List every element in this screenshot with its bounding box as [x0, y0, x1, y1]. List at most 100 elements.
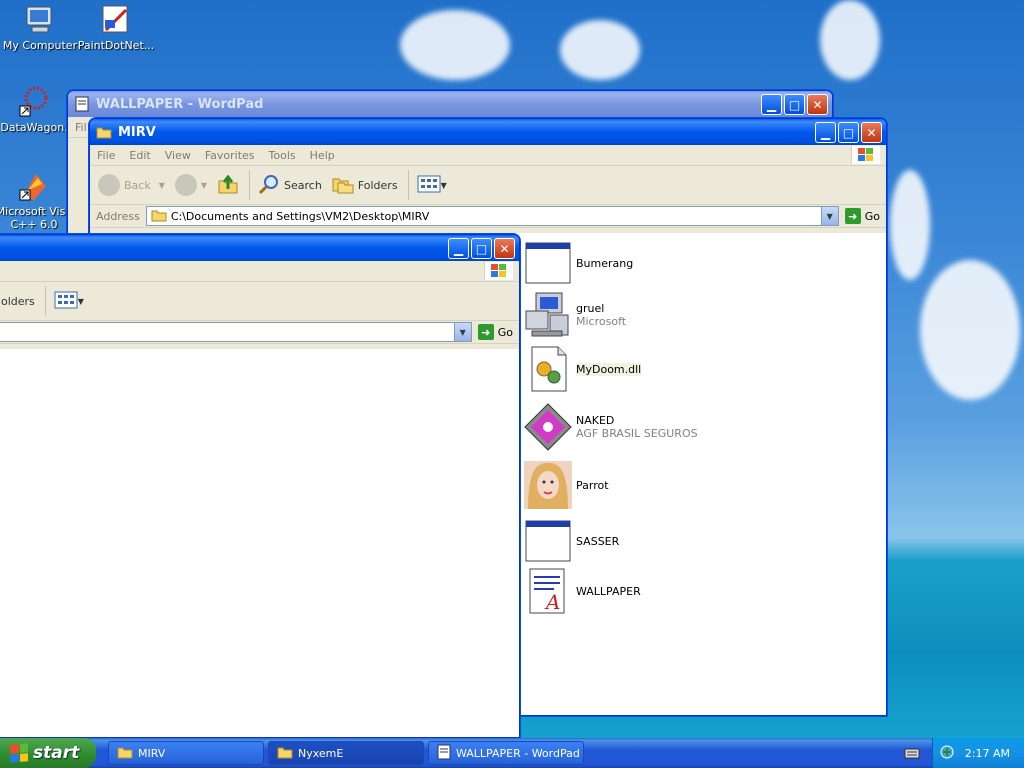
minimize-button[interactable]: ▁: [448, 238, 469, 259]
desktop-icon-label: Microsoft Visu C++ 6.0: [0, 205, 73, 231]
network-icon[interactable]: [939, 744, 955, 763]
address-dropdown-button[interactable]: ▼: [453, 323, 471, 341]
go-label: Go: [497, 325, 513, 339]
address-bar: Address C:\Documents and Settings\VM2\De…: [90, 205, 886, 228]
views-button[interactable]: ▼: [54, 291, 84, 312]
file-name: gruel: [576, 302, 605, 315]
close-button[interactable]: ✕: [861, 122, 882, 143]
keyboard-tray-icon[interactable]: [904, 746, 920, 763]
folders-icon: [332, 173, 354, 198]
chevron-down-icon: ▼: [459, 327, 466, 337]
file-name: MyDoom.dll: [576, 362, 642, 376]
file-item-naked[interactable]: NAKED AGF BRASIL SEGUROS: [524, 403, 698, 451]
search-button[interactable]: Search: [258, 173, 322, 198]
file-item-parrot[interactable]: Parrot: [524, 461, 609, 509]
minimize-icon: ▁: [453, 241, 464, 256]
folder-up-icon: [217, 173, 239, 198]
setup-program-icon: [524, 291, 572, 339]
clock[interactable]: 2:17 AM: [965, 747, 1010, 760]
go-label: Go: [864, 209, 880, 223]
start-label: start: [33, 743, 80, 763]
standard-toolbar: olders ▼: [0, 282, 519, 321]
taskbar-item-wordpad[interactable]: WALLPAPER - WordPad: [428, 741, 584, 765]
file-company: AGF BRASIL SEGUROS: [576, 427, 698, 440]
file-item-mydoom[interactable]: MyDoom.dll: [524, 345, 642, 393]
minimize-icon: ▁: [766, 97, 777, 112]
desktop-icon-label: My Computer: [2, 39, 78, 52]
taskbar: start MIRV NyxemE WALLPAPER - WordPad 2:…: [0, 738, 1024, 768]
forward-button[interactable]: ▼: [174, 174, 207, 196]
close-icon: ✕: [499, 241, 510, 256]
maximize-button[interactable]: □: [471, 238, 492, 259]
chevron-down-icon: ▼: [440, 180, 447, 190]
maximize-button[interactable]: □: [838, 122, 859, 143]
file-name: SASSER: [576, 534, 620, 548]
file-item-wallpaper[interactable]: A WALLPAPER: [524, 567, 641, 615]
file-name: NAKED: [576, 414, 615, 427]
menu-bar: File Edit View Favorites Tools Help: [90, 145, 886, 166]
paint-icon: [100, 4, 132, 36]
address-input[interactable]: C:\Documents and Settings\VM2\Desktop\MI…: [145, 206, 839, 226]
folders-label: Folders: [357, 178, 398, 192]
close-button[interactable]: ✕: [807, 94, 828, 115]
views-button[interactable]: ▼: [417, 175, 447, 196]
up-button[interactable]: [217, 173, 239, 198]
file-list-empty: [0, 349, 519, 737]
maximize-icon: □: [475, 241, 488, 256]
go-arrow-icon: ➜: [844, 208, 861, 224]
views-icon: [417, 175, 441, 196]
menu-file[interactable]: File: [90, 149, 122, 162]
maximize-button[interactable]: □: [784, 94, 805, 115]
address-dropdown-button[interactable]: ▼: [820, 207, 838, 225]
front-titlebar[interactable]: ▁ □ ✕: [0, 235, 519, 261]
minimize-button[interactable]: ▁: [761, 94, 782, 115]
toolbar-separator: [44, 286, 46, 316]
taskbar-item-mirv[interactable]: MIRV: [108, 741, 264, 765]
menu-view[interactable]: View: [158, 149, 198, 162]
desktop-icon-datawagon[interactable]: DataWagon.: [0, 86, 74, 134]
close-button[interactable]: ✕: [494, 238, 515, 259]
menu-favorites[interactable]: Favorites: [198, 149, 262, 162]
menu-tools[interactable]: Tools: [262, 149, 303, 162]
forward-arrow-icon: [174, 174, 197, 196]
front-explorer-window[interactable]: ▁ □ ✕ olders ▼ ▼ ➜ Go: [0, 234, 520, 738]
file-item-bumerang[interactable]: Bumerang: [524, 239, 633, 287]
wallpaper-cloud: [890, 170, 930, 280]
address-input[interactable]: ▼: [0, 322, 472, 342]
wordpad-icon: [437, 744, 451, 763]
folders-button[interactable]: Folders: [332, 173, 398, 198]
address-bar: ▼ ➜ Go: [0, 321, 519, 344]
chevron-down-icon: ▼: [77, 296, 84, 306]
maximize-icon: □: [788, 97, 801, 112]
windows-logo-icon: [484, 262, 513, 280]
views-icon: [54, 291, 78, 312]
minimize-button[interactable]: ▁: [815, 122, 836, 143]
chevron-down-icon: ▼: [158, 180, 165, 190]
wordpad-titlebar[interactable]: WALLPAPER - WordPad ▁ □ ✕: [68, 91, 832, 117]
back-button[interactable]: Back ▼: [98, 174, 165, 196]
folder-icon: [277, 745, 293, 762]
menu-help[interactable]: Help: [303, 149, 342, 162]
file-item-gruel[interactable]: gruel Microsoft: [524, 291, 626, 339]
application-window-icon: [524, 517, 572, 565]
file-item-sasser[interactable]: SASSER: [524, 517, 619, 565]
taskbar-item-nyxeme[interactable]: NyxemE: [268, 741, 424, 765]
back-arrow-icon: [98, 174, 120, 196]
system-tray: 2:17 AM: [932, 738, 1024, 768]
search-label: Search: [284, 178, 322, 192]
go-arrow-icon: ➜: [477, 324, 494, 340]
application-window-icon: [524, 239, 572, 287]
folders-button[interactable]: olders: [1, 295, 35, 308]
go-button[interactable]: ➜ Go: [477, 324, 513, 340]
folders-label: olders: [1, 294, 35, 308]
desktop-icon-visual-cpp[interactable]: Microsoft Visu C++ 6.0: [0, 170, 74, 231]
wallpaper-cloud: [560, 20, 640, 80]
computer-icon: [24, 4, 56, 36]
desktop-icon-my-computer[interactable]: My Computer: [0, 4, 80, 52]
desktop-icon-paintdotnet[interactable]: PaintDotNet...: [76, 4, 156, 52]
dll-gear-icon: [524, 345, 572, 393]
mirv-titlebar[interactable]: MIRV ▁ □ ✕: [90, 119, 886, 145]
go-button[interactable]: ➜ Go: [844, 208, 880, 224]
menu-edit[interactable]: Edit: [122, 149, 157, 162]
start-button[interactable]: start: [0, 738, 96, 768]
